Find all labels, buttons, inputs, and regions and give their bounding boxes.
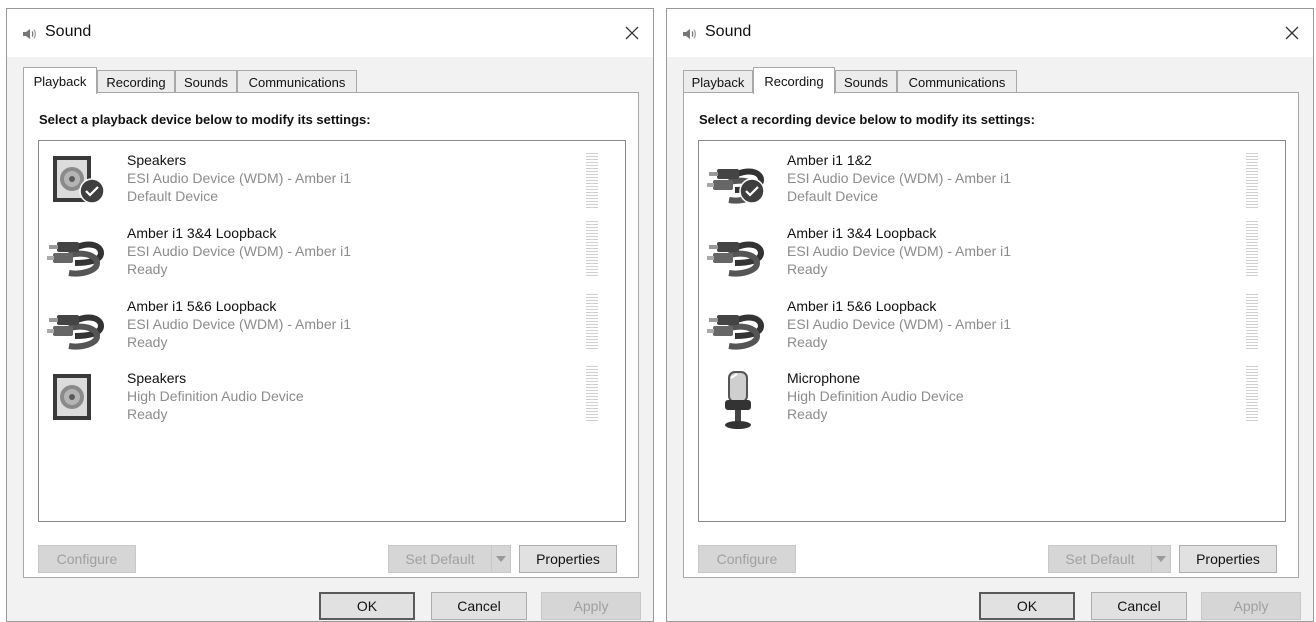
- device-name: Microphone: [787, 370, 861, 386]
- level-meter: [586, 294, 598, 350]
- rca-cable-icon: [707, 241, 765, 277]
- properties-button[interactable]: Properties: [1179, 545, 1277, 573]
- chevron-down-icon: [1156, 556, 1166, 562]
- device-status: Default Device: [127, 188, 219, 204]
- tab-panel: Select a recording device below to modif…: [683, 92, 1299, 578]
- device-status: Ready: [127, 261, 168, 277]
- level-meter: [1246, 153, 1258, 209]
- device-item[interactable]: Microphone High Definition Audio Device …: [699, 366, 1285, 436]
- device-status: Ready: [127, 334, 168, 350]
- ok-button[interactable]: OK: [979, 592, 1075, 620]
- sound-dialog-playback: Sound Playback Recording Sounds Communic…: [6, 8, 654, 622]
- device-status: Ready: [787, 334, 828, 350]
- device-name: Amber i1 3&4 Loopback: [787, 225, 937, 241]
- window-title: Sound: [45, 23, 92, 40]
- level-meter: [586, 366, 598, 422]
- cancel-button[interactable]: Cancel: [1091, 592, 1187, 620]
- tab-recording[interactable]: Recording: [753, 67, 835, 94]
- device-item[interactable]: Amber i1 5&6 Loopback ESI Audio Device (…: [39, 294, 625, 364]
- apply-button[interactable]: Apply: [1201, 592, 1301, 620]
- tab-sounds[interactable]: Sounds: [835, 70, 897, 93]
- device-description: ESI Audio Device (WDM) - Amber i1: [127, 170, 352, 186]
- apply-button[interactable]: Apply: [541, 592, 641, 620]
- speaker-app-icon: [23, 29, 36, 39]
- tab-playback[interactable]: Playback: [683, 70, 753, 93]
- device-item[interactable]: Speakers High Definition Audio Device Re…: [39, 366, 625, 436]
- chevron-down-icon: [496, 556, 506, 562]
- level-meter: [1246, 294, 1258, 350]
- device-name: Amber i1 1&2: [787, 152, 872, 168]
- sound-dialog-recording: Sound Playback Recording Sounds Communic…: [666, 8, 1314, 622]
- title-bar[interactable]: Sound: [7, 9, 653, 57]
- speaker-app-icon: [683, 29, 696, 39]
- device-name: Amber i1 5&6 Loopback: [127, 298, 277, 314]
- device-name: Amber i1 3&4 Loopback: [127, 225, 277, 241]
- device-name: Speakers: [127, 370, 187, 386]
- set-default-button[interactable]: Set Default: [388, 545, 492, 573]
- level-meter: [586, 221, 598, 277]
- ok-button[interactable]: OK: [319, 592, 415, 620]
- device-list[interactable]: Amber i1 1&2 ESI Audio Device (WDM) - Am…: [698, 140, 1286, 522]
- level-meter: [586, 153, 598, 209]
- device-status: Default Device: [787, 188, 879, 204]
- default-device-check-icon: [739, 178, 765, 204]
- set-default-dropdown[interactable]: [1151, 545, 1171, 573]
- tab-panel: Select a playback device below to modify…: [23, 92, 639, 578]
- set-default-button[interactable]: Set Default: [1048, 545, 1152, 573]
- device-description: ESI Audio Device (WDM) - Amber i1: [787, 243, 1012, 259]
- close-icon: [625, 26, 639, 40]
- device-item[interactable]: Amber i1 5&6 Loopback ESI Audio Device (…: [699, 294, 1285, 364]
- close-button[interactable]: [1275, 17, 1309, 49]
- rca-cable-icon: [707, 314, 765, 350]
- device-description: High Definition Audio Device: [787, 388, 964, 404]
- properties-button[interactable]: Properties: [519, 545, 617, 573]
- device-description: ESI Audio Device (WDM) - Amber i1: [787, 170, 1012, 186]
- device-name: Amber i1 5&6 Loopback: [787, 298, 937, 314]
- configure-button[interactable]: Configure: [698, 545, 796, 573]
- device-description: High Definition Audio Device: [127, 388, 304, 404]
- set-default-dropdown[interactable]: [491, 545, 511, 573]
- cancel-button[interactable]: Cancel: [431, 592, 527, 620]
- configure-button[interactable]: Configure: [38, 545, 136, 573]
- device-status: Ready: [787, 261, 828, 277]
- level-meter: [1246, 221, 1258, 277]
- device-item[interactable]: Amber i1 3&4 Loopback ESI Audio Device (…: [699, 221, 1285, 291]
- instruction-text: Select a recording device below to modif…: [699, 112, 1035, 127]
- device-item[interactable]: Amber i1 3&4 Loopback ESI Audio Device (…: [39, 221, 625, 291]
- device-description: ESI Audio Device (WDM) - Amber i1: [127, 316, 352, 332]
- tab-communications[interactable]: Communications: [237, 70, 357, 93]
- device-status: Ready: [787, 406, 828, 422]
- device-name: Speakers: [127, 152, 187, 168]
- close-icon: [1285, 26, 1299, 40]
- tab-communications[interactable]: Communications: [897, 70, 1017, 93]
- tab-playback[interactable]: Playback: [23, 67, 97, 94]
- device-item[interactable]: Amber i1 1&2 ESI Audio Device (WDM) - Am…: [699, 148, 1285, 218]
- rca-cable-icon: [47, 241, 105, 277]
- device-status: Ready: [127, 406, 168, 422]
- tab-sounds[interactable]: Sounds: [175, 70, 237, 93]
- speaker-icon: [53, 374, 91, 420]
- device-description: ESI Audio Device (WDM) - Amber i1: [787, 316, 1012, 332]
- instruction-text: Select a playback device below to modify…: [39, 112, 371, 127]
- window-title: Sound: [705, 23, 752, 40]
- title-bar[interactable]: Sound: [667, 9, 1313, 57]
- close-button[interactable]: [615, 17, 649, 49]
- default-device-check-icon: [79, 178, 105, 204]
- microphone-icon: [725, 371, 751, 429]
- tab-recording[interactable]: Recording: [97, 70, 175, 93]
- device-list[interactable]: Speakers ESI Audio Device (WDM) - Amber …: [38, 140, 626, 522]
- device-description: ESI Audio Device (WDM) - Amber i1: [127, 243, 352, 259]
- rca-cable-icon: [47, 314, 105, 350]
- device-item[interactable]: Speakers ESI Audio Device (WDM) - Amber …: [39, 148, 625, 218]
- level-meter: [1246, 366, 1258, 422]
